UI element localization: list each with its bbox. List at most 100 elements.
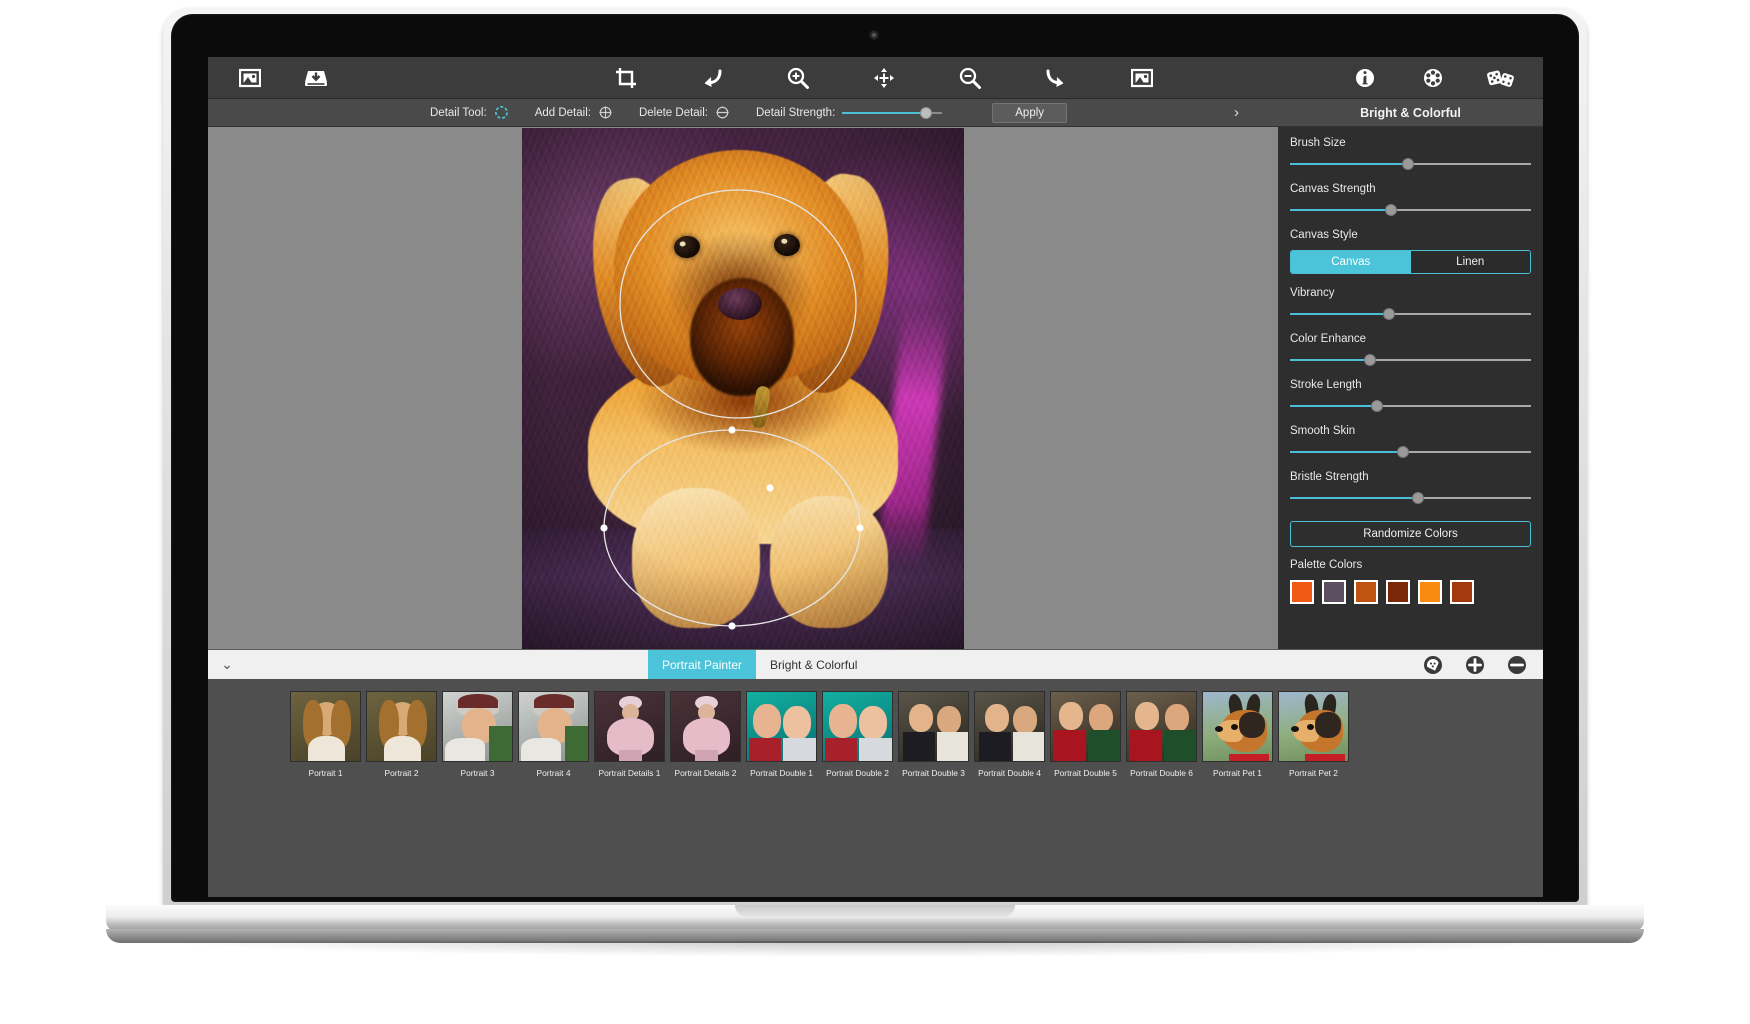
detail-ellipse-paws[interactable] [603, 428, 861, 627]
detail-selection-overlay[interactable] [522, 128, 964, 649]
thumbnail-preview-image[interactable] [442, 691, 513, 762]
slider-smooth-skin[interactable] [1290, 446, 1531, 458]
dice-icon[interactable] [1481, 62, 1521, 94]
slider-knob[interactable] [1370, 400, 1383, 412]
detail-tool-icon[interactable] [494, 105, 509, 120]
thumbnail-preview-image[interactable] [1278, 691, 1349, 762]
thumbnail-preview-image[interactable] [746, 691, 817, 762]
detail-strength-slider[interactable] [842, 106, 943, 119]
thumbnail-preview-image[interactable] [366, 691, 437, 762]
add-detail-icon[interactable] [598, 105, 613, 120]
selection-handle[interactable] [728, 425, 736, 434]
palette-swatch-1[interactable] [1290, 580, 1314, 604]
collapse-chevron-icon[interactable]: ⌄ [208, 656, 246, 673]
selection-handle[interactable] [728, 621, 736, 630]
remove-preset-icon[interactable] [1507, 655, 1527, 675]
slider-color-enhance[interactable] [1290, 354, 1531, 366]
app-screen: Detail Tool: Add Detail: Delete Detail: [208, 57, 1543, 897]
palette-swatch-5[interactable] [1418, 580, 1442, 604]
control-label: Stroke Length [1290, 379, 1362, 391]
thumbnail-item[interactable]: Portrait 4 [518, 691, 589, 778]
thumbnail-item[interactable]: Portrait Details 2 [670, 691, 741, 778]
preset-next-chevron-icon[interactable]: › [1234, 104, 1239, 121]
zoom-out-icon[interactable] [950, 62, 990, 94]
palette-swatch-3[interactable] [1354, 580, 1378, 604]
thumbnail-list: Portrait 1 Portrait 2 Portrait 3 Portrait 4… [290, 691, 1349, 778]
thumbnail-preview-image[interactable] [1050, 691, 1121, 762]
delete-detail-icon[interactable] [715, 105, 730, 120]
slider-bristle-strength[interactable] [1290, 492, 1531, 504]
thumbnail-item[interactable]: Portrait 2 [366, 691, 437, 778]
palette-swatch-6[interactable] [1450, 580, 1474, 604]
slider-brush-size[interactable] [1290, 158, 1531, 170]
detail-tool-group: Detail Tool: Add Detail: Delete Detail: [430, 102, 1068, 123]
slider-canvas-strength[interactable] [1290, 204, 1531, 216]
screenshot-stage: Detail Tool: Add Detail: Delete Detail: [0, 0, 1750, 1024]
canvas-style-option-canvas[interactable]: Canvas [1291, 251, 1411, 273]
tab-bright-colorful[interactable]: Bright & Colorful [756, 650, 871, 680]
palette-swatch-2[interactable] [1322, 580, 1346, 604]
thumbnail-preview-image[interactable] [898, 691, 969, 762]
thumbnail-item[interactable]: Portrait Pet 1 [1202, 691, 1273, 778]
redo-icon[interactable] [1036, 62, 1076, 94]
thumbnail-preview-image[interactable] [518, 691, 589, 762]
crop-icon[interactable] [606, 62, 646, 94]
thumbnail-preview-image[interactable] [1202, 691, 1273, 762]
detail-ellipse-head[interactable] [619, 188, 857, 419]
detail-strength-knob[interactable] [920, 106, 933, 119]
slider-knob[interactable] [1411, 492, 1424, 504]
thumbnail-item[interactable]: Portrait Double 3 [898, 691, 969, 778]
artwork-image[interactable] [522, 127, 964, 649]
thumbnail-preview-image[interactable] [1126, 691, 1197, 762]
zoom-in-icon[interactable] [778, 62, 818, 94]
thumbnail-preview-image[interactable] [974, 691, 1045, 762]
undo-icon[interactable] [692, 62, 732, 94]
canvas-area[interactable] [208, 127, 1278, 649]
thumbnail-item[interactable]: Portrait 1 [290, 691, 361, 778]
randomize-colors-button[interactable]: Randomize Colors [1290, 521, 1531, 547]
thumbnail-item[interactable]: Portrait Double 4 [974, 691, 1045, 778]
slider-knob[interactable] [1397, 446, 1410, 458]
thumbnail-item[interactable]: Portrait Double 6 [1126, 691, 1197, 778]
thumbnail-item[interactable]: Portrait Double 1 [746, 691, 817, 778]
canvas-style-option-linen[interactable]: Linen [1410, 251, 1530, 273]
slider-stroke-length[interactable] [1290, 400, 1531, 412]
add-preset-icon[interactable] [1465, 655, 1485, 675]
selection-handle[interactable] [766, 483, 774, 492]
add-detail-control[interactable]: Add Detail: [535, 105, 613, 120]
selection-handle[interactable] [856, 523, 864, 532]
palette-swatch-4[interactable] [1386, 580, 1410, 604]
selection-handle[interactable] [600, 523, 608, 532]
thumbnail-item[interactable]: Portrait Double 2 [822, 691, 893, 778]
info-icon[interactable] [1345, 62, 1385, 94]
slider-knob[interactable] [1363, 354, 1376, 366]
thumbnail-preview-image[interactable] [670, 691, 741, 762]
slider-knob[interactable] [1385, 204, 1398, 216]
apply-button[interactable]: Apply [992, 102, 1068, 123]
thumbnail-preview-image[interactable] [822, 691, 893, 762]
slider-knob[interactable] [1402, 158, 1415, 170]
fit-to-screen-icon[interactable] [1122, 62, 1162, 94]
thumbnail-item[interactable]: Portrait Pet 2 [1278, 691, 1349, 778]
thumbnail-item[interactable]: Portrait Double 5 [1050, 691, 1121, 778]
thumbnail-item[interactable]: Portrait 3 [442, 691, 513, 778]
delete-detail-control[interactable]: Delete Detail: [639, 105, 730, 120]
pan-move-icon[interactable] [864, 62, 904, 94]
detail-strength-label: Detail Strength: [756, 106, 836, 119]
thumbnail-preview-image[interactable] [290, 691, 361, 762]
detail-tool-control[interactable]: Detail Tool: [430, 105, 509, 120]
control-label: Brush Size [1290, 137, 1346, 149]
detail-strength-control[interactable]: Detail Strength: [756, 106, 943, 119]
settings-icon[interactable] [1413, 62, 1453, 94]
open-image-icon[interactable] [230, 62, 270, 94]
slider-knob[interactable] [1382, 308, 1395, 320]
thumbnail-preview-image[interactable] [594, 691, 665, 762]
preset-thumbnail-strip[interactable]: Portrait 1 Portrait 2 Portrait 3 Portrait 4… [208, 679, 1543, 897]
save-image-icon[interactable] [296, 62, 336, 94]
thumbnail-item[interactable]: Portrait Details 1 [594, 691, 665, 778]
slider-vibrancy[interactable] [1290, 308, 1531, 320]
add-detail-label: Add Detail: [534, 106, 591, 119]
control-label: Color Enhance [1290, 333, 1367, 345]
palette-dice-icon[interactable] [1423, 655, 1443, 675]
tab-portrait-painter[interactable]: Portrait Painter [648, 649, 757, 680]
